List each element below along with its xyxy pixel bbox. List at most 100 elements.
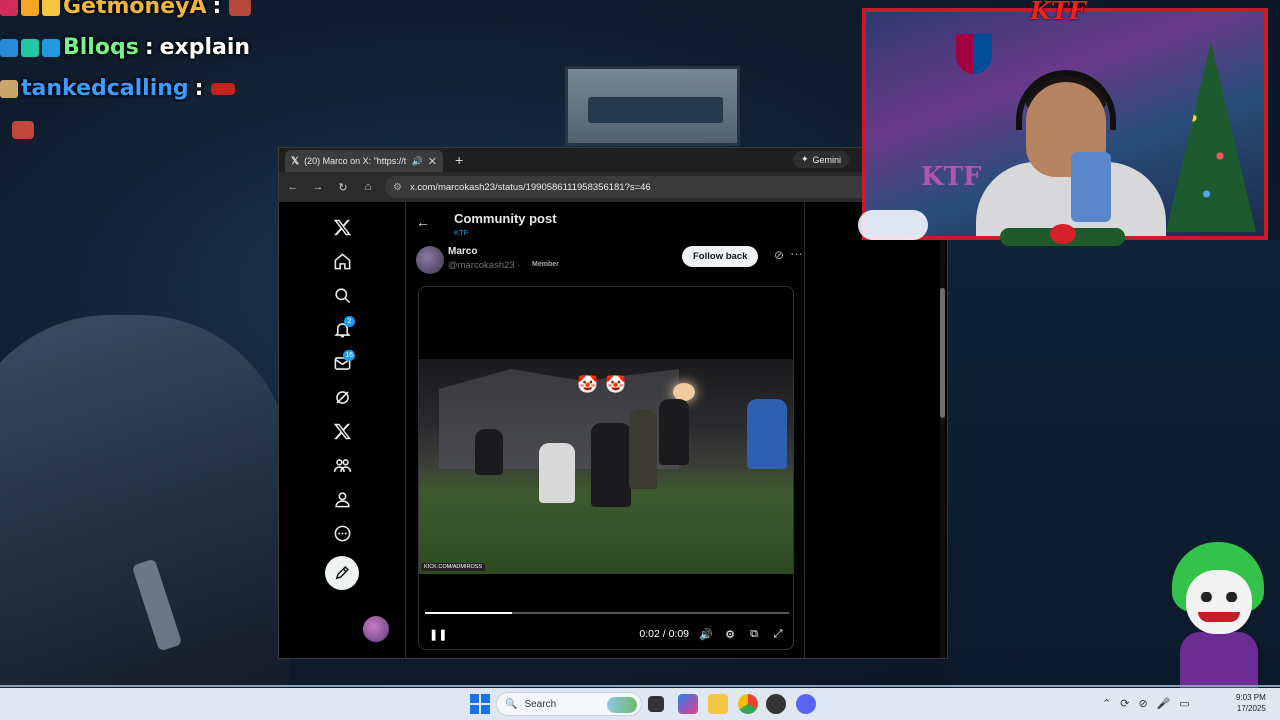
chat-separator: : (212, 0, 222, 19)
taskbar-clock[interactable]: 9:03 PM 17/2025 (1236, 692, 1266, 714)
scrollbar-thumb[interactable] (940, 288, 945, 418)
home-icon[interactable]: ⌂ (360, 181, 376, 193)
post-icon (335, 566, 349, 580)
more-options-icon[interactable]: ··· (790, 246, 803, 261)
chat-line (0, 109, 251, 150)
back-icon[interactable]: ← (285, 181, 301, 193)
profile-icon[interactable] (325, 482, 359, 516)
premium-icon[interactable] (325, 414, 359, 448)
video-progress-fill (425, 612, 513, 614)
communities-icon[interactable] (325, 448, 359, 482)
page-title: Community post (454, 211, 557, 226)
back-arrow-icon[interactable]: ← (416, 214, 430, 230)
volume-icon[interactable]: 🔊 (699, 628, 713, 641)
post-author: Marco @marcokash23 · Member Follow back … (416, 246, 803, 280)
system-tray: ⌃ ⟳ ⊘ 🎤 ▭ (1102, 697, 1190, 710)
video-person (659, 399, 689, 465)
video-person (475, 429, 503, 475)
post-button[interactable] (325, 556, 359, 590)
emote-icon (229, 0, 252, 16)
background-poster (565, 66, 740, 146)
webcam-overlay: KTF (862, 8, 1268, 240)
taskbar-search[interactable]: 🔍 Search (496, 692, 642, 716)
chevron-up-icon[interactable]: ⌃ (1102, 697, 1111, 710)
close-tab-icon[interactable]: ✕ (428, 155, 437, 168)
chat-username: Blloqs (63, 35, 139, 60)
microphone-icon[interactable]: 🎤 (1157, 697, 1171, 710)
discord-icon[interactable] (796, 694, 816, 714)
tab-title: (20) Marco on X: "https://t... (304, 156, 407, 166)
obs-icon[interactable] (766, 694, 786, 714)
search-icon[interactable] (325, 278, 359, 312)
video-player[interactable]: 🤡 🤡 KICK.COM/ADMIROSS ❚❚ 0:02 / 0:09 🔊 ⚙… (418, 286, 794, 650)
clock-time: 9:03 PM (1236, 693, 1266, 702)
tree-lights (1166, 42, 1256, 232)
video-progress-bar[interactable] (425, 612, 789, 614)
video-frame[interactable]: 🤡 🤡 (419, 359, 793, 574)
video-person (539, 443, 575, 503)
chat-line: Blloqs : explain (0, 27, 251, 68)
follow-back-button[interactable]: Follow back (682, 246, 759, 267)
fullscreen-icon[interactable]: ⤢ (771, 628, 785, 641)
file-explorer-icon[interactable] (708, 694, 728, 714)
x-favicon-icon: 𝕏 (291, 155, 300, 167)
x-page: 2 16 ← Community post KTF Marco @marcoka… (279, 202, 947, 658)
room-neon-text: KTF (921, 162, 982, 192)
author-handle[interactable]: @marcokash23 · (448, 260, 520, 271)
background-chair (0, 315, 290, 695)
gemini-icon: ✦ (801, 154, 809, 164)
reload-icon[interactable]: ↻ (335, 181, 351, 194)
chat-separator: : (194, 76, 204, 101)
chat-message: explain (159, 35, 251, 60)
gemini-button[interactable]: ✦ Gemini (793, 151, 850, 168)
mail-icon[interactable]: 16 (325, 346, 359, 380)
shirt-badge-icon (0, 79, 18, 98)
grok-icon[interactable]: ⊘ (774, 248, 784, 262)
network-icon[interactable]: ▭ (1179, 697, 1189, 710)
emote-icon (12, 120, 34, 139)
community-name[interactable]: KTF (454, 228, 468, 237)
cam-bow-decoration (1050, 224, 1076, 244)
pip-icon[interactable]: ⧉ (747, 628, 761, 641)
avatar[interactable] (416, 246, 444, 274)
new-tab-button[interactable]: + (455, 152, 463, 168)
chat-username: tankedcalling (21, 76, 189, 101)
author-name[interactable]: Marco (448, 246, 477, 257)
audio-icon[interactable]: 🔊 (412, 156, 423, 167)
grok-icon[interactable] (325, 380, 359, 414)
bell-icon[interactable]: 2 (325, 312, 359, 346)
home-icon[interactable] (325, 244, 359, 278)
account-avatar[interactable] (363, 616, 389, 642)
member-badge: Member (532, 261, 559, 268)
copilot-icon[interactable] (678, 694, 698, 714)
start-button[interactable] (470, 694, 490, 714)
badge-icon (0, 0, 18, 16)
tray-app-icon[interactable]: ⟳ (1120, 697, 1129, 710)
task-view-icon[interactable] (648, 696, 664, 712)
chat-username: GetmoneyA (63, 0, 207, 19)
chat-line: tankedcalling : (0, 68, 251, 109)
url-text: x.com/marcokash23/status/199058611195835… (409, 181, 651, 193)
tab-x-post[interactable]: 𝕏 (20) Marco on X: "https://t... 🔊 ✕ (285, 150, 443, 172)
badge-icon (0, 38, 18, 57)
x-sidebar: 2 16 (279, 202, 405, 658)
chrome-icon[interactable] (738, 694, 758, 714)
barcelona-flag (956, 34, 992, 74)
video-person (747, 399, 787, 469)
settings-icon[interactable]: ⚙ (723, 628, 737, 641)
x-logo-icon[interactable] (325, 210, 359, 244)
video-watermark: KICK.COM/ADMIROSS (421, 563, 486, 571)
more-icon[interactable] (325, 516, 359, 550)
notifications-count: 2 (344, 316, 355, 327)
address-bar[interactable]: ⚙ x.com/marcokash23/status/1990586111958… (385, 176, 891, 198)
search-icon: 🔍 (505, 698, 518, 710)
video-person (591, 423, 631, 507)
page-scrollbar[interactable] (940, 202, 945, 658)
pause-icon[interactable]: ❚❚ (429, 628, 447, 641)
site-info-icon[interactable]: ⚙ (393, 182, 402, 193)
search-highlight-art (607, 697, 637, 713)
ktf-emote-icon (211, 82, 236, 95)
tray-app-icon[interactable]: ⊘ (1138, 697, 1147, 710)
forward-icon[interactable]: → (310, 181, 326, 193)
browser-window: 𝕏 (20) Marco on X: "https://t... 🔊 ✕ + ✦… (278, 147, 948, 659)
